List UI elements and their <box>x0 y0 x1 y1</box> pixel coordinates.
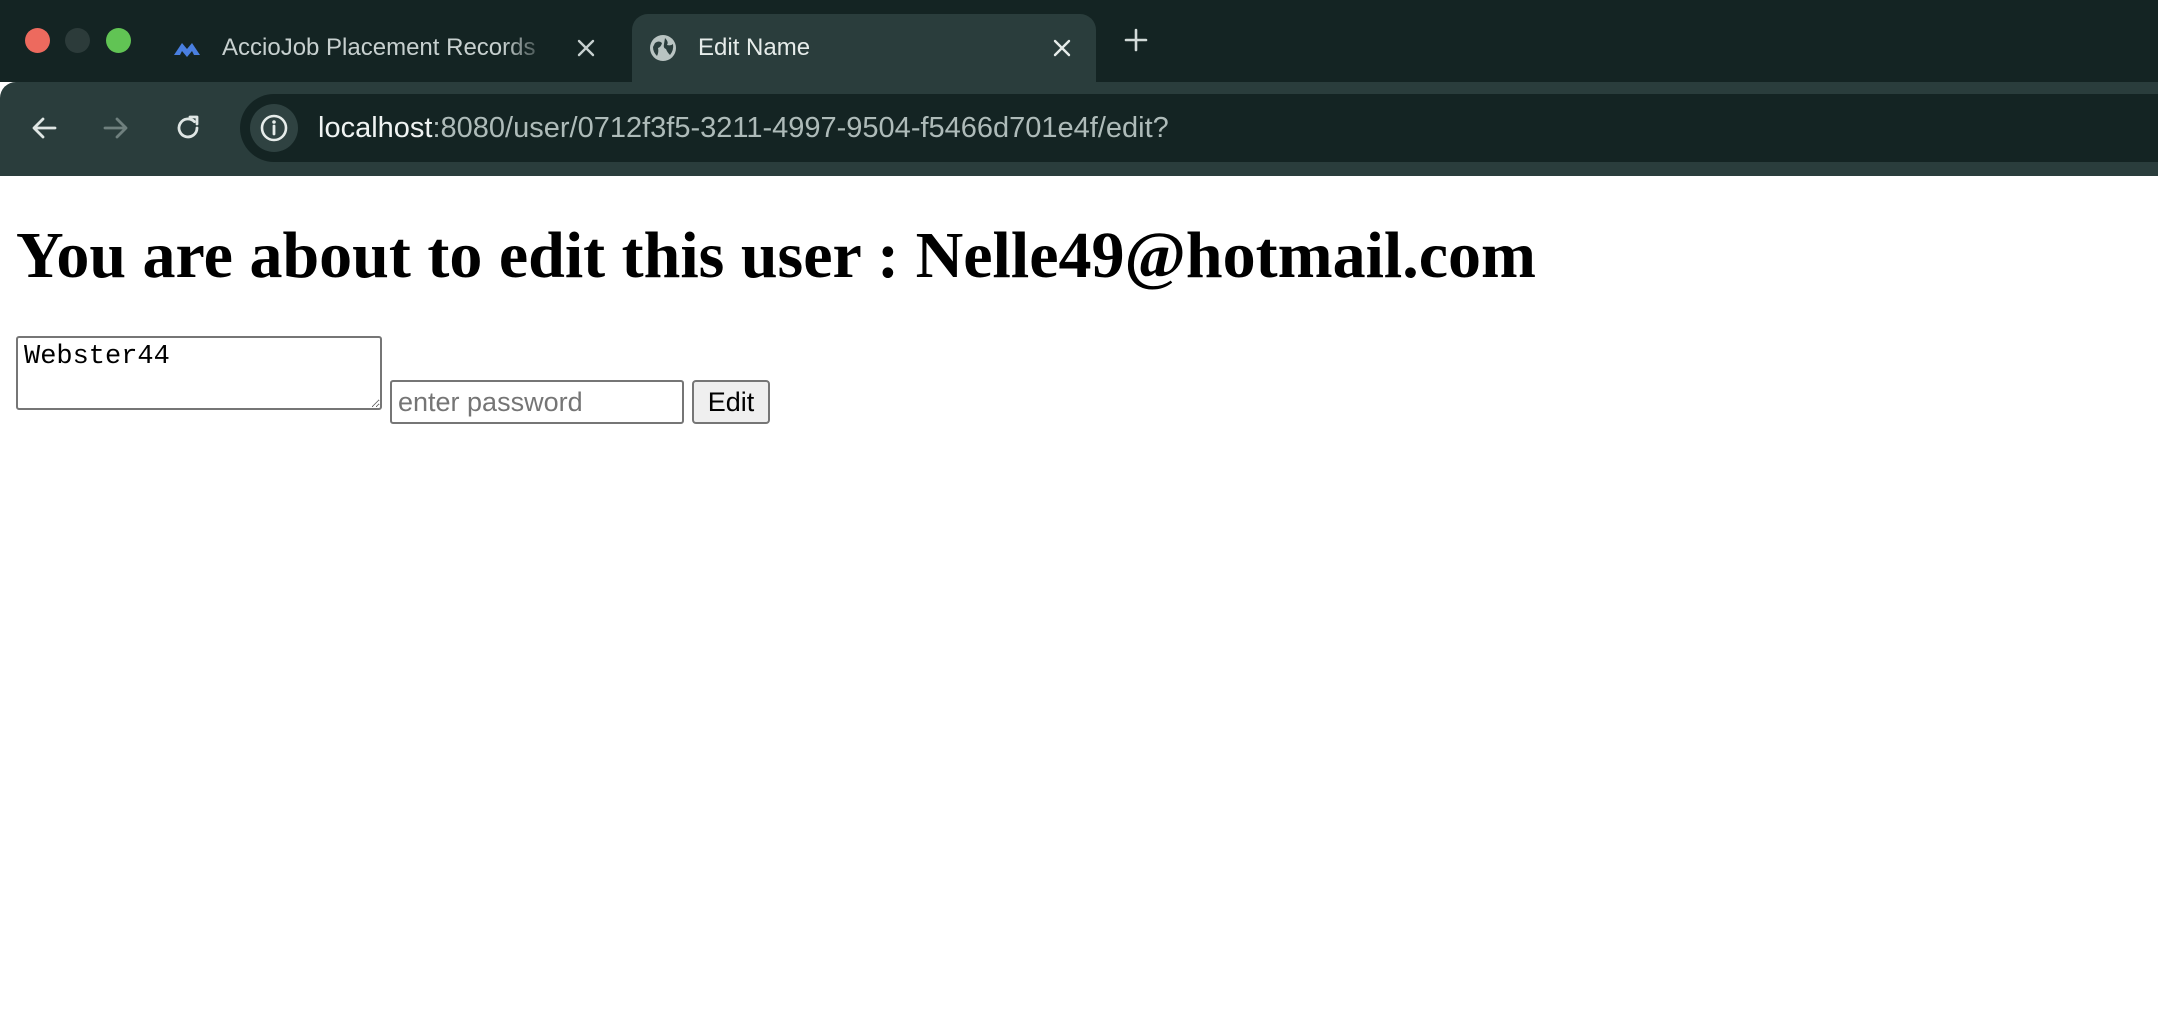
forward-button[interactable] <box>96 108 136 148</box>
window-minimize-button[interactable] <box>65 28 90 53</box>
window-zoom-button[interactable] <box>106 28 131 53</box>
acciojob-logo-icon <box>172 33 202 63</box>
name-textarea[interactable]: Webster44 <box>16 336 382 410</box>
reload-icon <box>177 115 199 139</box>
tab-title: Edit Name <box>698 34 811 61</box>
back-button[interactable] <box>24 108 64 148</box>
tab-acciojob-placement-records[interactable]: AccioJob Placement Records <box>160 14 620 82</box>
arrow-right-icon <box>103 117 128 139</box>
new-tab-button[interactable] <box>1120 24 1152 56</box>
page-content: You are about to edit this user : Nelle4… <box>0 176 2158 1020</box>
password-input[interactable] <box>390 380 684 424</box>
url-host: localhost <box>318 111 433 144</box>
arrow-left-icon <box>32 117 57 139</box>
window-close-button[interactable] <box>25 28 50 53</box>
url-text[interactable]: localhost:8080/user/0712f3f5-3211-4997-9… <box>318 112 1169 145</box>
tab-title: AccioJob Placement Records <box>222 34 536 61</box>
site-info-button[interactable] <box>250 104 298 152</box>
info-icon <box>260 114 288 142</box>
address-bar[interactable]: localhost:8080/user/0712f3f5-3211-4997-9… <box>240 94 2158 162</box>
tab-edit-name[interactable]: Edit Name <box>632 14 1096 82</box>
browser-toolbar: localhost:8080/user/0712f3f5-3211-4997-9… <box>0 82 2158 176</box>
plus-icon <box>1124 28 1148 52</box>
globe-icon <box>648 33 678 63</box>
url-path: :8080/user/0712f3f5-3211-4997-9504-f5466… <box>432 111 1169 144</box>
reload-button[interactable] <box>168 108 208 148</box>
close-icon[interactable] <box>572 34 600 62</box>
edit-button[interactable]: Edit <box>692 380 770 424</box>
page-title: You are about to edit this user : Nelle4… <box>16 219 1537 292</box>
close-icon[interactable] <box>1048 34 1076 62</box>
browser-titlebar: AccioJob Placement Records Edit Name <box>0 0 2158 82</box>
